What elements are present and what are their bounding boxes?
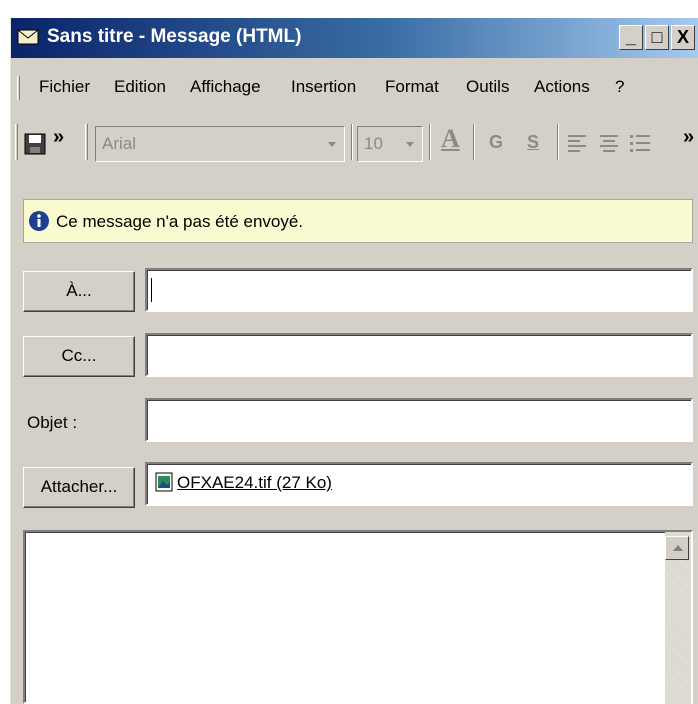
menu-help[interactable]: ? bbox=[615, 77, 624, 97]
window-title: Sans titre - Message (HTML) bbox=[47, 26, 302, 47]
attach-button[interactable]: Attacher... bbox=[23, 467, 135, 508]
menu-actions[interactable]: Actions bbox=[534, 77, 590, 97]
subject-field[interactable] bbox=[145, 398, 693, 442]
toolbar-grip-2[interactable] bbox=[85, 124, 88, 160]
align-center-icon[interactable] bbox=[599, 134, 619, 157]
image-file-icon bbox=[155, 472, 173, 492]
to-button[interactable]: À... bbox=[23, 271, 135, 312]
to-field[interactable] bbox=[145, 268, 693, 312]
chevron-down-icon bbox=[328, 142, 336, 147]
attachment-item[interactable]: OFXAE24.tif (27 Ko) bbox=[155, 472, 332, 493]
menu-format[interactable]: Format bbox=[385, 77, 439, 97]
toolbar-overflow-2[interactable]: » bbox=[683, 126, 694, 149]
underline-button[interactable]: S bbox=[527, 132, 539, 153]
formatting-toolbar: » Arial 10 A G S » bbox=[11, 118, 698, 166]
menu-bar: Fichier Edition Affichage Insertion Form… bbox=[11, 70, 698, 104]
envelope-icon bbox=[17, 28, 39, 46]
chevron-up-icon bbox=[673, 545, 683, 551]
minimize-button[interactable]: _ bbox=[619, 25, 643, 50]
info-bar: Ce message n'a pas été envoyé. bbox=[23, 199, 693, 243]
toolbar-separator bbox=[473, 124, 475, 160]
bullet-list-icon[interactable] bbox=[629, 134, 651, 157]
save-icon[interactable] bbox=[23, 132, 47, 161]
menu-outils[interactable]: Outils bbox=[466, 77, 509, 97]
title-bar[interactable]: Sans titre - Message (HTML) _ □ X bbox=[11, 18, 698, 58]
info-icon bbox=[28, 210, 50, 232]
info-message: Ce message n'a pas été envoyé. bbox=[56, 212, 304, 231]
bold-button[interactable]: G bbox=[489, 132, 503, 153]
scroll-up-button[interactable] bbox=[665, 536, 689, 560]
menu-affichage[interactable]: Affichage bbox=[190, 77, 261, 97]
attachment-field: OFXAE24.tif (27 Ko) bbox=[145, 462, 693, 506]
message-body[interactable] bbox=[23, 530, 693, 704]
vertical-scrollbar[interactable] bbox=[665, 532, 691, 704]
font-value: Arial bbox=[102, 134, 137, 153]
menu-edition[interactable]: Edition bbox=[114, 77, 166, 97]
menu-fichier[interactable]: Fichier bbox=[39, 77, 90, 97]
attachment-name: OFXAE24.tif (27 Ko) bbox=[177, 473, 332, 492]
chevron-down-icon bbox=[406, 142, 414, 147]
toolbar-separator bbox=[557, 124, 559, 160]
font-size-select[interactable]: 10 bbox=[357, 126, 423, 162]
menu-insertion[interactable]: Insertion bbox=[291, 77, 356, 97]
cc-field[interactable] bbox=[145, 333, 693, 377]
text-caret bbox=[151, 278, 152, 302]
menu-grip[interactable] bbox=[17, 76, 20, 100]
toolbar-grip[interactable] bbox=[15, 124, 18, 160]
subject-label: Objet : bbox=[27, 413, 78, 432]
font-color-icon[interactable]: A bbox=[441, 124, 460, 154]
toolbar-overflow-1[interactable]: » bbox=[53, 126, 64, 149]
toolbar-separator bbox=[351, 124, 353, 160]
maximize-button[interactable]: □ bbox=[645, 25, 669, 50]
toolbar-separator bbox=[429, 124, 431, 160]
font-size-value: 10 bbox=[364, 134, 383, 153]
message-window: Sans titre - Message (HTML) _ □ X Fichie… bbox=[10, 18, 698, 704]
cc-button[interactable]: Cc... bbox=[23, 336, 135, 377]
font-select[interactable]: Arial bbox=[95, 126, 345, 162]
close-button[interactable]: X bbox=[671, 25, 695, 50]
align-left-icon[interactable] bbox=[567, 134, 587, 157]
